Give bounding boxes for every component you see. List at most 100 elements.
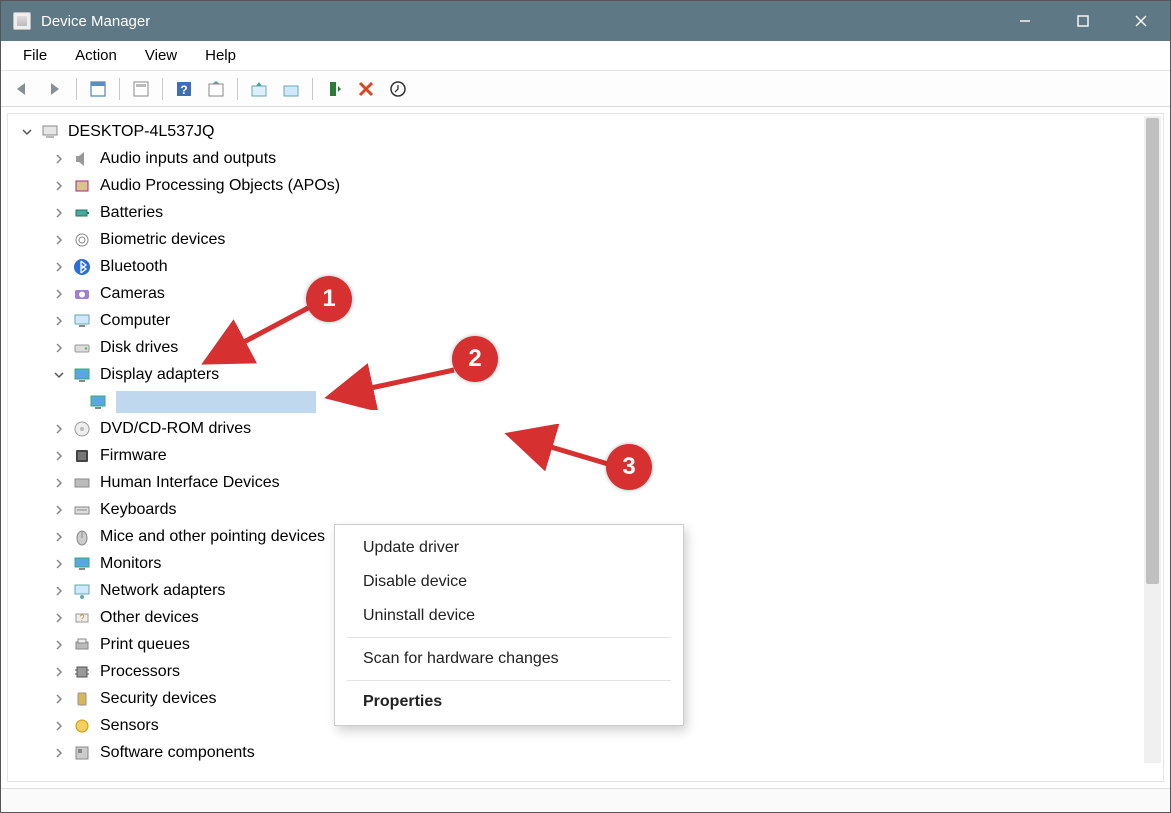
tree-category[interactable]: Biometric devices (8, 226, 1163, 253)
tree-root-node[interactable]: DESKTOP-4L537JQ (8, 118, 1163, 145)
menu-view[interactable]: View (131, 43, 191, 68)
scrollbar-thumb[interactable] (1146, 118, 1159, 584)
close-button[interactable] (1112, 1, 1170, 41)
device-manager-window: Device Manager File Action View Help (0, 0, 1171, 813)
selected-device-label (116, 391, 120, 407)
tree-category[interactable]: Computer (8, 307, 1163, 334)
computer-icon (72, 311, 92, 331)
chevron-down-icon[interactable] (20, 125, 34, 139)
context-menu-uninstall-device[interactable]: Uninstall device (335, 599, 683, 633)
chevron-right-icon[interactable] (52, 584, 66, 598)
chevron-right-icon[interactable] (52, 206, 66, 220)
fingerprint-icon (72, 230, 92, 250)
uninstall-toolbar-button[interactable] (277, 75, 305, 103)
tree-category-label: Batteries (100, 204, 163, 222)
back-button[interactable] (9, 75, 37, 103)
chevron-right-icon[interactable] (52, 152, 66, 166)
chevron-right-icon[interactable] (52, 341, 66, 355)
tree-category[interactable]: Software components (8, 739, 1163, 766)
audio-icon (72, 149, 92, 169)
tree-category-label: Cameras (100, 285, 165, 303)
chevron-down-icon[interactable] (52, 368, 66, 382)
menu-file[interactable]: File (9, 43, 61, 68)
chevron-right-icon[interactable] (52, 476, 66, 490)
bluetooth-icon (72, 257, 92, 277)
window-controls (996, 1, 1170, 41)
tree-category[interactable]: Keyboards (8, 496, 1163, 523)
context-menu-update-driver[interactable]: Update driver (335, 531, 683, 565)
chevron-right-icon[interactable] (52, 611, 66, 625)
context-menu-scan-hardware[interactable]: Scan for hardware changes (335, 642, 683, 676)
chevron-right-icon[interactable] (52, 179, 66, 193)
window-title: Device Manager (41, 13, 996, 30)
tree-category-label: Audio inputs and outputs (100, 150, 276, 168)
tree-category[interactable]: Audio Processing Objects (APOs) (8, 172, 1163, 199)
monitor-icon (72, 554, 92, 574)
tree-category-label: Firmware (100, 447, 167, 465)
menu-action[interactable]: Action (61, 43, 131, 68)
minimize-button[interactable] (996, 1, 1054, 41)
chevron-right-icon[interactable] (52, 665, 66, 679)
enable-toolbar-button[interactable] (320, 75, 348, 103)
chevron-right-icon[interactable] (52, 287, 66, 301)
properties-toolbar-button[interactable] (127, 75, 155, 103)
dvd-icon (72, 419, 92, 439)
chevron-right-icon[interactable] (52, 422, 66, 436)
chevron-right-icon[interactable] (52, 260, 66, 274)
printer-icon (72, 635, 92, 655)
chevron-right-icon[interactable] (52, 503, 66, 517)
vertical-scrollbar[interactable] (1144, 116, 1161, 763)
tree-category-display-adapters[interactable]: Display adapters (8, 361, 1163, 388)
chevron-right-icon[interactable] (52, 314, 66, 328)
battery-icon (72, 203, 92, 223)
chevron-right-icon[interactable] (52, 233, 66, 247)
tree-category-label: Disk drives (100, 339, 178, 357)
chevron-right-icon[interactable] (52, 530, 66, 544)
context-menu-separator (347, 680, 671, 681)
software-icon (72, 743, 92, 763)
chevron-right-icon[interactable] (52, 557, 66, 571)
selected-device-highlight (116, 391, 316, 413)
chevron-right-icon[interactable] (52, 719, 66, 733)
tree-category[interactable]: Bluetooth (8, 253, 1163, 280)
menubar: File Action View Help (1, 41, 1170, 71)
tree-category[interactable]: Cameras (8, 280, 1163, 307)
tree-category[interactable]: Disk drives (8, 334, 1163, 361)
tree-category-label: Biometric devices (100, 231, 225, 249)
chevron-right-icon[interactable] (52, 638, 66, 652)
chevron-right-icon[interactable] (52, 449, 66, 463)
tree-category[interactable]: Audio inputs and outputs (8, 145, 1163, 172)
tree-category-label: Bluetooth (100, 258, 168, 276)
maximize-button[interactable] (1054, 1, 1112, 41)
menu-help[interactable]: Help (191, 43, 250, 68)
keyboard-icon (72, 500, 92, 520)
context-menu-disable-device[interactable]: Disable device (335, 565, 683, 599)
arrow-2 (316, 360, 466, 410)
context-menu-properties[interactable]: Properties (335, 685, 683, 719)
disable-toolbar-button[interactable] (352, 75, 380, 103)
other-device-icon: ? (72, 608, 92, 628)
tree-category-label: Network adapters (100, 582, 225, 600)
app-icon (13, 12, 31, 30)
tree-device-selected[interactable] (8, 388, 1163, 415)
display-adapter-icon (72, 365, 92, 385)
hid-icon (72, 473, 92, 493)
forward-button[interactable] (41, 75, 69, 103)
tree-category-label: Other devices (100, 609, 199, 627)
arrow-3 (500, 424, 620, 474)
chevron-right-icon[interactable] (52, 746, 66, 760)
scan-toolbar-button[interactable] (384, 75, 412, 103)
tree-category-label: Software components (100, 744, 255, 762)
toolbar: ? (1, 71, 1170, 107)
tree-category[interactable]: Batteries (8, 199, 1163, 226)
toolbar-separator (162, 78, 163, 100)
callout-3: 3 (606, 444, 652, 490)
tree-category-label: Keyboards (100, 501, 177, 519)
tree-category-label: Security devices (100, 690, 217, 708)
update-driver-toolbar-button[interactable] (245, 75, 273, 103)
show-hidden-button[interactable] (84, 75, 112, 103)
help-toolbar-button[interactable]: ? (170, 75, 198, 103)
chevron-right-icon[interactable] (52, 692, 66, 706)
tree-category-label: Monitors (100, 555, 161, 573)
refresh-toolbar-button[interactable] (202, 75, 230, 103)
